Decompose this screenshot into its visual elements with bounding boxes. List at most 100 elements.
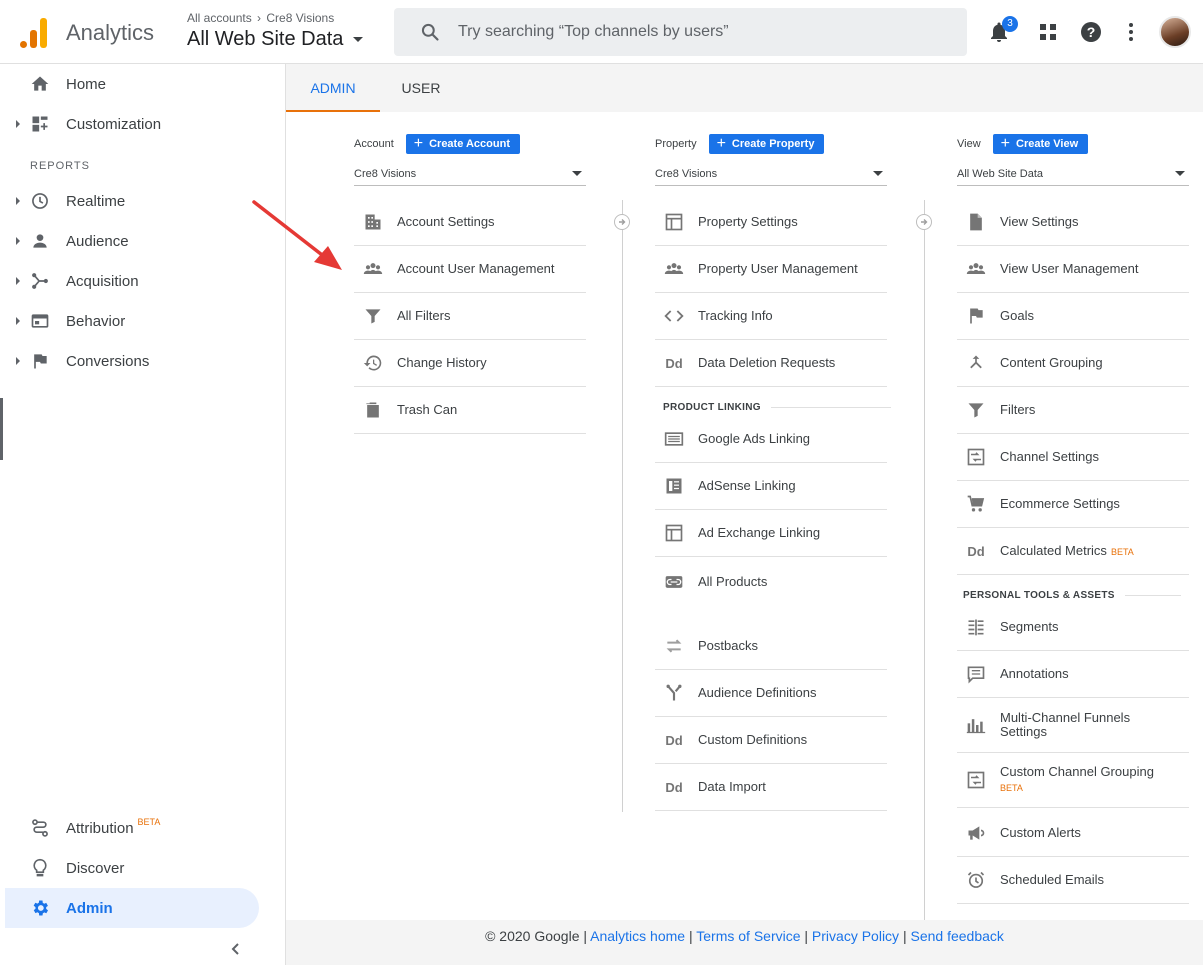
window-icon — [665, 213, 683, 231]
behavior-icon — [31, 314, 49, 328]
arrow-right-circle-icon — [614, 214, 630, 230]
avatar[interactable] — [1159, 16, 1191, 48]
item-label: Data Deletion Requests — [698, 355, 836, 370]
account-dropdown[interactable]: Cre8 Visions — [354, 162, 586, 186]
filters-item[interactable]: Filters — [957, 387, 1189, 434]
sidebar-item-customization[interactable]: Customization — [0, 104, 286, 144]
sidebar-item-label: Customization — [66, 115, 162, 133]
caret-down-icon — [1175, 171, 1185, 176]
custom-definitions-item[interactable]: Dd Custom Definitions — [655, 717, 887, 764]
scheduled-emails-item[interactable]: Scheduled Emails — [957, 857, 1189, 904]
sidebar-item-realtime[interactable]: Realtime — [0, 181, 286, 221]
item-label: Tracking Info — [698, 308, 773, 323]
tracking-info-item[interactable]: Tracking Info — [655, 293, 887, 340]
data-import-item[interactable]: Dd Data Import — [655, 764, 887, 811]
beta-badge: BETA — [1000, 783, 1023, 793]
dd-icon: Dd — [665, 355, 683, 371]
sidebar-item-audience[interactable]: Audience — [0, 221, 286, 261]
footer-separator: | — [688, 928, 693, 944]
view-dropdown[interactable]: All Web Site Data — [957, 162, 1189, 186]
google-ads-linking-item[interactable]: Google Ads Linking — [655, 416, 887, 463]
account-settings-item[interactable]: Account Settings — [354, 199, 586, 246]
breadcrumb[interactable]: All accounts › Cre8 Visions — [187, 11, 334, 25]
caret-down-icon — [572, 171, 582, 176]
fork-icon — [666, 684, 682, 701]
trash-can-item[interactable]: Trash Can — [354, 387, 586, 434]
expand-arrow-icon — [16, 277, 20, 285]
view-selected: All Web Site Data — [957, 167, 1044, 180]
segments-item[interactable]: Segments — [957, 604, 1189, 651]
tab-user[interactable]: USER — [380, 64, 462, 112]
property-user-management-item[interactable]: Property User Management — [655, 246, 887, 293]
all-filters-item[interactable]: All Filters — [354, 293, 586, 340]
property-dropdown[interactable]: Cre8 Visions — [655, 162, 887, 186]
adsense-linking-item[interactable]: AdSense Linking — [655, 463, 887, 510]
view-heading: View — [957, 138, 981, 150]
document-icon — [970, 213, 982, 231]
ecommerce-settings-item[interactable]: Ecommerce Settings — [957, 481, 1189, 528]
item-label: Custom Channel Grouping BETA — [1000, 765, 1154, 795]
calculated-metrics-item[interactable]: Dd Calculated Metrics BETA — [957, 528, 1189, 575]
multi-channel-funnels-settings-item[interactable]: Multi-Channel Funnels Settings — [957, 698, 1189, 753]
privacy-policy-link[interactable]: Privacy Policy — [812, 928, 899, 944]
sidebar-item-home[interactable]: Home — [0, 64, 286, 104]
help-icon[interactable]: ? — [1079, 20, 1103, 44]
create-view-button[interactable]: + Create View — [992, 134, 1089, 154]
sidebar-item-behavior[interactable]: Behavior — [0, 301, 286, 341]
sidebar-item-discover[interactable]: Discover — [0, 848, 286, 888]
beta-badge: BETA — [137, 816, 161, 827]
data-deletion-requests-item[interactable]: Dd Data Deletion Requests — [655, 340, 887, 387]
item-label: Custom Alerts — [1000, 825, 1081, 840]
item-label: View Settings — [1000, 214, 1079, 229]
admin-panel: Account + Create Account Cre8 Visions Acc… — [286, 112, 1203, 920]
create-account-button[interactable]: + Create Account — [405, 134, 520, 154]
property-settings-item[interactable]: Property Settings — [655, 199, 887, 246]
custom-channel-grouping-item[interactable]: Custom Channel Grouping BETA — [957, 753, 1189, 808]
change-history-item[interactable]: Change History — [354, 340, 586, 387]
item-label: Change History — [397, 355, 487, 370]
product-linking-label: PRODUCT LINKING — [663, 402, 761, 413]
sidebar-item-acquisition[interactable]: Acquisition — [0, 261, 286, 301]
custom-alerts-item[interactable]: Custom Alerts — [957, 810, 1189, 857]
beta-badge: BETA — [1110, 546, 1134, 557]
breadcrumb-root[interactable]: All accounts — [187, 11, 252, 25]
audience-definitions-item[interactable]: Audience Definitions — [655, 670, 887, 717]
annotations-item[interactable]: Annotations — [957, 651, 1189, 698]
expand-arrow-icon — [16, 317, 20, 325]
content-grouping-item[interactable]: Content Grouping — [957, 340, 1189, 387]
property-selected: Cre8 Visions — [655, 167, 718, 180]
sidebar-item-attribution[interactable]: Attribution BETA — [0, 808, 286, 848]
postbacks-item[interactable]: Postbacks — [655, 623, 887, 670]
view-user-management-item[interactable]: View User Management — [957, 246, 1189, 293]
send-feedback-link[interactable]: Send feedback — [910, 928, 1003, 944]
item-label: Google Ads Linking — [698, 431, 811, 446]
ad-exchange-linking-item[interactable]: Ad Exchange Linking — [655, 510, 887, 557]
swap-icon — [666, 639, 682, 653]
goals-item[interactable]: Goals — [957, 293, 1189, 340]
sidebar-item-conversions[interactable]: Conversions — [0, 341, 286, 381]
view-header: View + Create View — [957, 134, 1089, 154]
terms-of-service-link[interactable]: Terms of Service — [696, 928, 800, 944]
more-vert-icon[interactable] — [1119, 20, 1143, 44]
channel-settings-item[interactable]: Channel Settings — [957, 434, 1189, 481]
collapse-sidebar-icon[interactable] — [229, 942, 243, 956]
window-icon — [665, 524, 683, 542]
search-bar[interactable]: Try searching “Top channels by users” — [394, 8, 967, 56]
analytics-logo[interactable] — [20, 16, 48, 48]
item-label: AdSense Linking — [698, 478, 796, 493]
sidebar-item-label: Conversions — [66, 352, 150, 370]
apps-icon[interactable] — [1036, 20, 1060, 44]
view-selector-label: All Web Site Data — [187, 28, 344, 50]
analytics-home-link[interactable]: Analytics home — [590, 928, 685, 944]
view-settings-item[interactable]: View Settings — [957, 199, 1189, 246]
adsense-icon — [666, 478, 682, 494]
sidebar-item-admin[interactable]: Admin — [5, 888, 259, 928]
view-selector[interactable]: All Web Site Data — [187, 28, 364, 51]
breadcrumb-account[interactable]: Cre8 Visions — [266, 11, 334, 25]
footer: © 2020 Google | Analytics home | Terms o… — [286, 928, 1203, 944]
tab-admin[interactable]: ADMIN — [286, 64, 380, 112]
code-icon — [664, 310, 684, 322]
account-user-management-item[interactable]: Account User Management — [354, 246, 586, 293]
all-products-item[interactable]: All Products — [655, 557, 887, 607]
create-property-button[interactable]: + Create Property — [708, 134, 825, 154]
